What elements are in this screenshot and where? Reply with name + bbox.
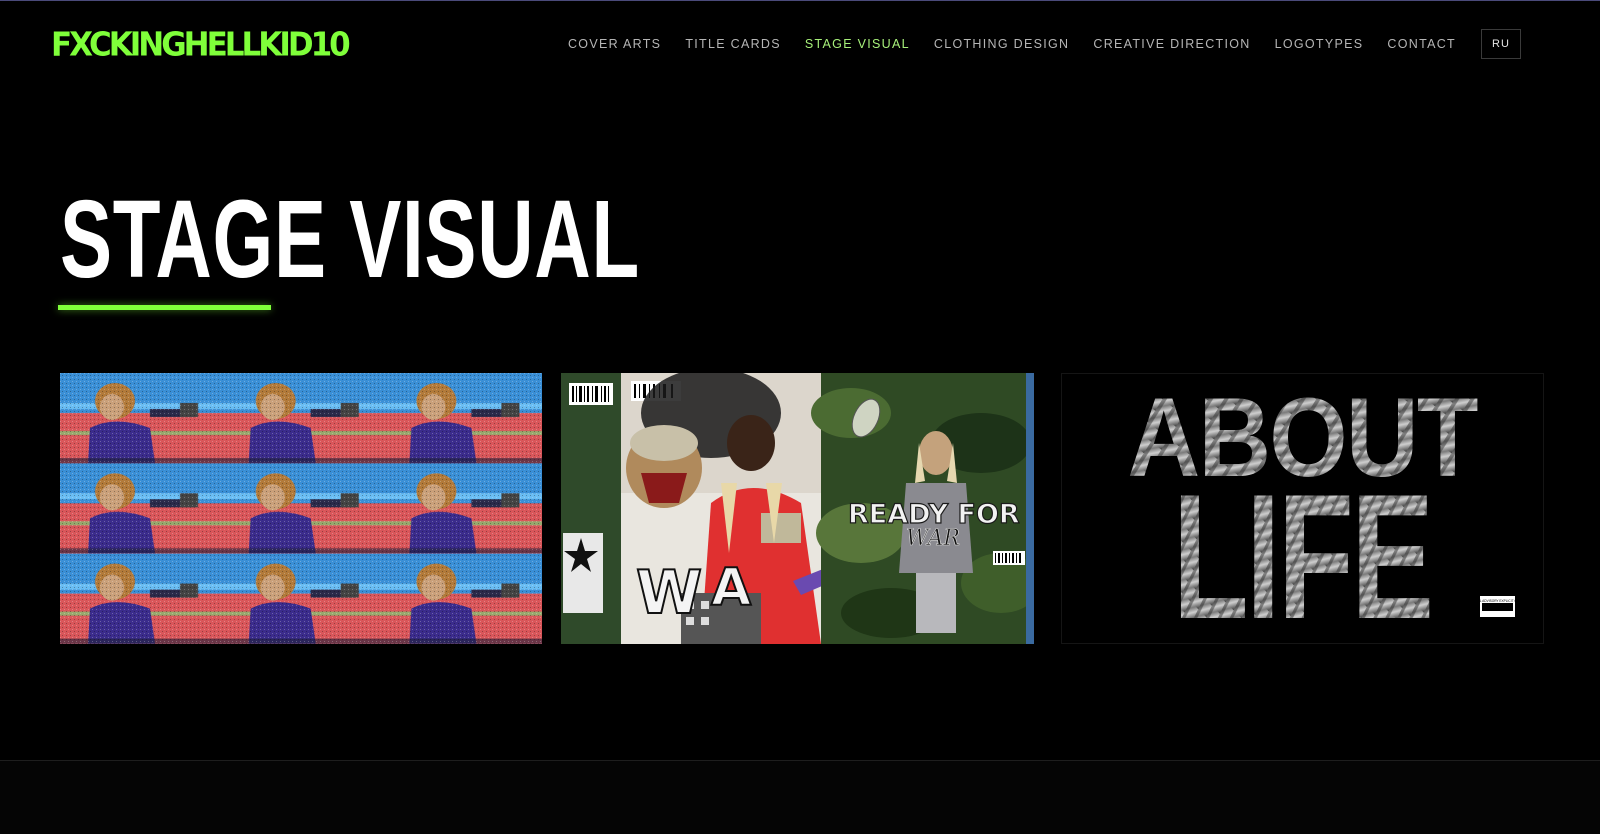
site-header: FXCKINGHELLKID10 COVER ARTS TITLE CARDS … <box>0 0 1600 90</box>
gallery-item-glitch-portraits[interactable] <box>60 373 542 644</box>
page-title: STAGE VISUAL <box>60 178 640 301</box>
nav-item-creative-direction[interactable]: CREATIVE DIRECTION <box>1093 37 1250 51</box>
life-text: LIFE <box>1173 457 1432 643</box>
title-underline <box>58 305 271 310</box>
svg-text:W: W <box>636 558 702 628</box>
main-nav: COVER ARTS TITLE CARDS STAGE VISUAL CLOT… <box>544 29 1521 59</box>
about-life-cover-image: ABOUT LIFE PARENTAL ADVISORY EXPLICIT CO… <box>1062 374 1543 643</box>
site-logo[interactable]: FXCKINGHELLKID10 <box>51 26 351 64</box>
nav-item-contact[interactable]: CONTACT <box>1387 37 1456 51</box>
site-footer <box>0 761 1600 834</box>
svg-text:A: A <box>711 558 751 618</box>
gallery-item-ready-for-war[interactable]: W A READY FOR WAR <box>561 373 1043 644</box>
nav-item-clothing-design[interactable]: CLOTHING DESIGN <box>934 37 1070 51</box>
language-switch-button[interactable]: RU <box>1481 29 1521 59</box>
nav-item-stage-visual[interactable]: STAGE VISUAL <box>805 37 910 51</box>
glitch-portrait-grid-image <box>60 373 542 644</box>
nav-item-cover-arts[interactable]: COVER ARTS <box>568 37 661 51</box>
war-text: WAR <box>906 526 960 551</box>
parental-advisory-label: PARENTAL ADVISORY EXPLICIT CONTENT <box>1465 599 1530 603</box>
nav-item-logotypes[interactable]: LOGOTYPES <box>1275 37 1364 51</box>
gallery-item-about-life[interactable]: ABOUT LIFE PARENTAL ADVISORY EXPLICIT CO… <box>1061 373 1544 644</box>
ready-for-war-collage-image: W A READY FOR WAR <box>561 373 1043 644</box>
stage-visual-gallery: W A READY FOR WAR ABOUT LIFE PARENTAL AD… <box>60 373 1546 645</box>
nav-item-title-cards[interactable]: TITLE CARDS <box>685 37 781 51</box>
